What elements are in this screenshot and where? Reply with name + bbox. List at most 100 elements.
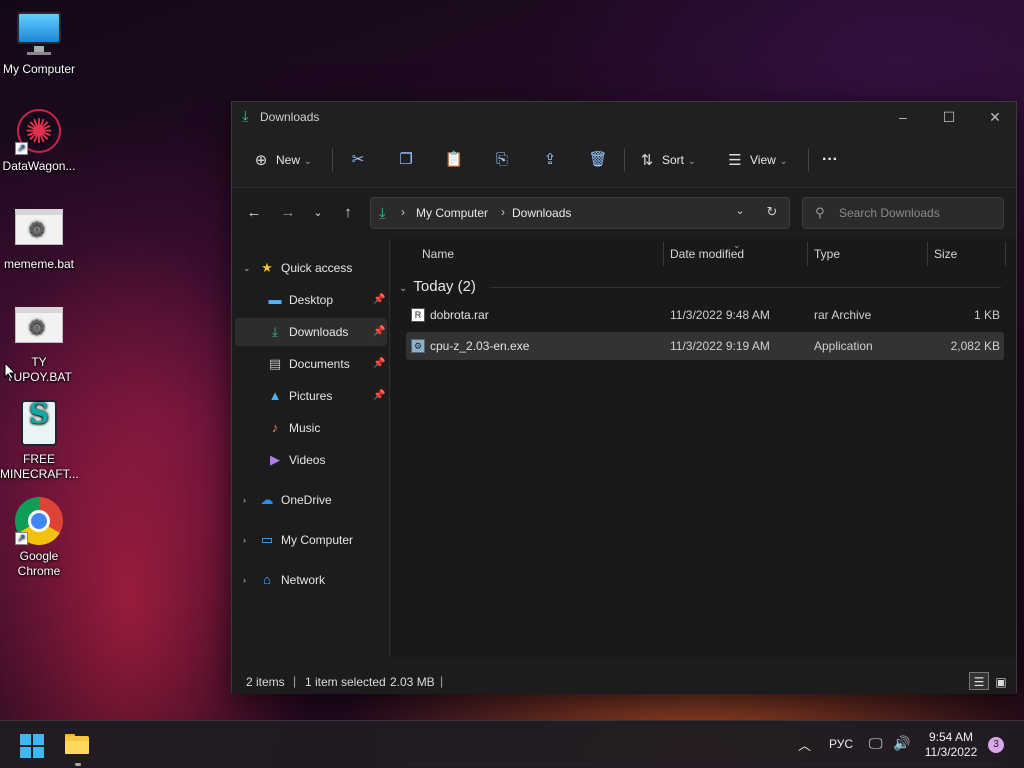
clock[interactable]: 9:54 AM 11/3/2022 — [916, 730, 986, 760]
command-bar: ⊕ New ⌄ ✂ ❐ 📋 ⎘ ⇪ 🗑 ⇅ Sort ⌄ ☰ View ⌄ ··· — [232, 132, 1016, 188]
more-options-button[interactable]: ··· — [822, 146, 838, 174]
nav-item-documents[interactable]: ▤ Documents 📌 — [235, 350, 387, 378]
desktop-icon: ▬ — [268, 292, 282, 307]
breadcrumb-downloads[interactable]: Downloads — [512, 206, 571, 220]
column-divider[interactable] — [927, 242, 928, 266]
sort-button[interactable]: ⇅ Sort ⌄ — [638, 146, 696, 174]
music-icon: ♪ — [271, 420, 279, 435]
navigation-bar: ← → ⌄ ↑ ⤓ › My Computer › Downloads ⌄ ↻ … — [232, 188, 1016, 238]
file-row[interactable]: R dobrota.rar 11/3/2022 9:48 AM rar Arch… — [406, 301, 1004, 329]
script-file-icon: S — [15, 400, 63, 448]
language-indicator[interactable]: РУС — [829, 737, 853, 751]
nav-item-pictures[interactable]: ▲ Pictures 📌 — [235, 382, 387, 410]
refresh-icon: ↻ — [766, 204, 778, 219]
recent-locations-button[interactable]: ⌄ — [304, 199, 332, 227]
nav-item-videos[interactable]: ▶ Videos — [235, 446, 387, 474]
address-bar[interactable]: ⤓ › My Computer › Downloads ⌄ ↻ — [370, 197, 790, 229]
cut-button[interactable]: ✂ — [344, 146, 372, 174]
group-header-today[interactable]: ⌄ Today (2) — [399, 278, 476, 295]
toolbar-divider — [808, 148, 809, 172]
rename-button[interactable]: ⎘ — [488, 146, 516, 174]
nav-item-network[interactable]: › ⌂ Network — [235, 566, 387, 594]
close-button[interactable]: ✕ — [972, 102, 1018, 132]
taskbar-file-explorer[interactable] — [63, 732, 91, 758]
nav-item-label: Videos — [289, 453, 326, 467]
desktop-icon-my-computer[interactable]: My Computer — [0, 10, 78, 77]
copy-button[interactable]: ❐ — [392, 146, 420, 174]
nav-item-quick-access[interactable]: ⌄ ★ Quick access — [235, 254, 387, 282]
view-label: View — [750, 153, 776, 167]
status-separator: | — [293, 674, 297, 688]
volume-icon[interactable]: 🔊 — [893, 735, 910, 752]
nav-item-my-computer[interactable]: › ▭ My Computer — [235, 526, 387, 554]
download-icon: ⤓ — [379, 205, 386, 222]
paste-button[interactable]: 📋 — [440, 146, 468, 174]
column-divider[interactable] — [1005, 242, 1006, 266]
chevron-right-icon: › — [501, 205, 505, 219]
back-button[interactable]: ← — [240, 199, 268, 227]
view-button[interactable]: ☰ View ⌄ — [726, 146, 787, 174]
column-header-type[interactable]: Type — [814, 242, 840, 266]
plus-circle-icon: ⊕ — [254, 151, 268, 169]
star-icon: ★ — [261, 260, 273, 275]
start-button[interactable] — [20, 734, 44, 758]
file-row[interactable]: ⚙ cpu-z_2.03-en.exe 11/3/2022 9:19 AM Ap… — [406, 332, 1004, 360]
title-bar[interactable]: ⤓ Downloads – ☐ ✕ — [232, 102, 1016, 132]
arrow-right-icon: → — [280, 204, 296, 221]
monitor-icon: ▭ — [260, 532, 274, 547]
desktop-icon-label-line2: MINECRAFT... — [0, 467, 79, 481]
notification-badge[interactable]: 3 — [988, 737, 1004, 753]
show-hidden-icons-button[interactable]: ︿ — [798, 735, 811, 754]
details-view-button[interactable]: ☰ — [969, 672, 989, 690]
window-title: Downloads — [260, 110, 320, 124]
nav-item-music[interactable]: ♪ Music — [235, 414, 387, 442]
maximize-button[interactable]: ☐ — [926, 102, 972, 132]
clock-date: 11/3/2022 — [924, 745, 978, 759]
desktop-icon-mememe-bat[interactable]: ⚙ mememe.bat — [0, 205, 78, 272]
column-divider[interactable] — [663, 242, 664, 266]
nav-item-label: Pictures — [289, 389, 333, 403]
chevron-down-icon: ⌄ — [243, 263, 251, 273]
column-header-size[interactable]: Size — [934, 242, 957, 266]
search-input[interactable] — [839, 204, 999, 222]
monitor-icon — [15, 10, 63, 58]
chevron-down-icon: ⌄ — [779, 156, 788, 166]
breadcrumb-my-computer[interactable]: My Computer — [416, 206, 488, 220]
pin-icon: 📌 — [373, 294, 386, 305]
sort-label: Sort — [662, 153, 685, 167]
batch-file-icon: ⚙ — [15, 303, 63, 351]
document-icon: ▤ — [268, 356, 282, 371]
address-history-button[interactable]: ⌄ — [729, 204, 751, 217]
chevron-right-icon: › — [243, 495, 246, 505]
delete-button[interactable]: 🗑 — [584, 146, 612, 174]
desktop-icon-google-chrome[interactable]: ↗ Google Chrome — [0, 497, 78, 579]
desktop-icon-free-minecraft[interactable]: S FREE MINECRAFT... — [0, 400, 79, 482]
nav-item-downloads[interactable]: ⤓ Downloads 📌 — [235, 318, 387, 346]
refresh-button[interactable]: ↻ — [761, 204, 783, 220]
nav-item-label: Downloads — [289, 325, 349, 339]
up-button[interactable]: ↑ — [334, 199, 362, 227]
network-status-icon[interactable]: 🖵 — [869, 735, 883, 752]
windows-logo-icon — [20, 734, 31, 745]
nav-item-label: Desktop — [289, 293, 334, 307]
desktop-icon-datawagon[interactable]: ✺ ↗ DataWagon... — [0, 107, 78, 174]
new-button[interactable]: ⊕ New ⌄ — [252, 146, 312, 174]
chevron-right-icon: › — [401, 205, 405, 219]
minimize-button[interactable]: – — [880, 102, 926, 132]
nav-item-onedrive[interactable]: › ☁ OneDrive — [235, 486, 387, 514]
tiles-view-button[interactable]: ▣ — [991, 672, 1011, 690]
taskbar: ︿ РУС 🖵 🔊 9:54 AM 11/3/2022 3 — [0, 720, 1024, 768]
nav-item-desktop[interactable]: ▬ Desktop 📌 — [235, 286, 387, 314]
share-button[interactable]: ⇪ — [536, 146, 564, 174]
application-icon: ⚙ — [411, 339, 425, 353]
list-view-icon: ☰ — [728, 151, 742, 169]
column-header-name[interactable]: Name — [422, 242, 454, 266]
chevron-down-icon: ⌄ — [304, 156, 312, 166]
shortcut-arrow-icon: ↗ — [15, 142, 28, 155]
rar-archive-icon: R — [411, 308, 425, 322]
search-box[interactable]: ⚲ — [802, 197, 1004, 229]
desktop-icon-label-line1: FREE — [22, 452, 55, 466]
forward-button[interactable]: → — [274, 199, 302, 227]
column-divider[interactable] — [807, 242, 808, 266]
status-separator: | — [440, 674, 444, 688]
